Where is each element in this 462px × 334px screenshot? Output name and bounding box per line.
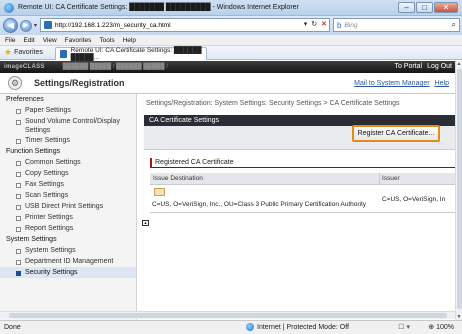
forward-button[interactable]: ▶ [20,19,32,32]
stop-icon[interactable]: ✕ [321,20,327,28]
url-text: http://192.168.1.223/m_security_ca.html [55,21,171,29]
breadcrumb: Settings/Registration: System Settings: … [146,100,400,107]
sidebar-item-department-id[interactable]: Department ID Management [0,256,136,267]
status-bar: Done Internet | Protected Mode: Off ☐ ▾ … [0,320,462,334]
security-zone: Internet | Protected Mode: Off [246,323,349,331]
address-toolbar: ◀ ▶ ▾ http://192.168.1.223/m_security_ca… [0,16,462,35]
browser-tab[interactable]: Remote UI: CA Certificate Settings: ████… [54,46,207,61]
page-title: Settings/Registration [34,78,125,88]
to-portal-link[interactable]: To Portal [394,63,422,70]
menu-bar: File Edit View Favorites Tools Help [0,35,462,46]
sidebar-section-system-settings: System Settings [6,236,57,243]
favorites-button[interactable]: ★ Favorites [4,47,43,58]
back-button[interactable]: ◀ [3,18,18,33]
sidebar-item-printer-settings[interactable]: Printer Settings [0,212,136,223]
search-input[interactable]: b Bing ⌕ [333,18,460,32]
sidebar-item-common-settings[interactable]: Common Settings [0,157,136,168]
favorites-bar: ★ Favorites Remote UI: CA Certificate Se… [0,46,462,61]
menu-file[interactable]: File [5,37,15,44]
column-issuer: Issuer [382,175,400,182]
favorites-label: Favorites [14,49,43,56]
zoom-level[interactable]: ⊕ 100% [428,323,454,331]
sidebar-item-security-settings[interactable]: Security Settings [0,267,136,278]
sidebar-section-function-settings: Function Settings [6,148,61,155]
menu-tools[interactable]: Tools [99,37,114,44]
search-icon[interactable]: ⌕ [452,20,456,30]
menu-help[interactable]: Help [123,37,136,44]
main-content: Settings/Registration: System Settings: … [138,94,455,320]
registered-list-title: Registered CA Certificate [150,158,455,168]
vertical-scroll-thumb[interactable] [457,69,462,309]
sidebar-item-sound-volume[interactable]: Sound Volume Control/Display Settings [0,116,136,135]
tab-title: Remote UI: CA Certificate Settings: ████… [70,46,202,61]
page-header: ⚙ Settings/Registration Mail to System M… [0,73,455,94]
sidebar-section-preferences: Preferences [6,96,44,103]
certificate-icon[interactable] [154,188,165,196]
sidebar-item-system-settings[interactable]: System Settings [0,245,136,256]
window-title: Remote UI: CA Certificate Settings: ████… [18,4,299,11]
sidebar-item-timer-settings[interactable]: Timer Settings [0,135,136,146]
sidebar-item-fax-settings[interactable]: Fax Settings [0,179,136,190]
register-ca-certificate-button[interactable]: Register CA Certificate... [352,125,440,142]
zone-text: Internet | Protected Mode: Off [257,323,349,331]
address-field[interactable]: http://192.168.1.223/m_security_ca.html … [40,18,330,32]
ie-icon [4,2,14,13]
sidebar-item-usb-direct-print[interactable]: USB Direct Print Settings [0,201,136,212]
sidebar-item-scan-settings[interactable]: Scan Settings [0,190,136,201]
help-link[interactable]: Help [435,80,449,87]
log-out-link[interactable]: Log Out [427,63,452,70]
sidebar-item-copy-settings[interactable]: Copy Settings [0,168,136,179]
minimize-button[interactable]: – [398,2,415,13]
window-title-bar: Remote UI: CA Certificate Settings: ████… [0,0,462,16]
table-row[interactable]: C=US, O=VeriSign, Inc., OU=Class 3 Publi… [150,185,455,213]
menu-view[interactable]: View [43,37,57,44]
table-header: Issue Destination Issuer [150,173,455,185]
sidebar-item-paper-settings[interactable]: Paper Settings [0,105,136,116]
vertical-scrollbar[interactable]: ▲ ▼ [455,61,462,320]
sidebar: Preferences Paper Settings Sound Volume … [0,94,137,320]
menu-favorites[interactable]: Favorites [65,37,92,44]
tab-favicon-icon [59,49,67,58]
brand-bar: imageCLASS ██████ █████ / ██████ █████ /… [0,61,455,73]
settings-icon: ⚙ [8,76,22,90]
scroll-up-icon[interactable]: ▲ [456,61,462,67]
bing-icon: b [337,20,342,30]
address-dropdown-icon[interactable]: ▾ [304,20,308,28]
certificate-issuer: C=US, O=VeriSign, In [382,196,446,203]
star-icon: ★ [4,47,13,57]
page-content: imageCLASS ██████ █████ / ██████ █████ /… [0,61,455,320]
horizontal-scrollbar[interactable] [0,311,455,319]
menu-edit[interactable]: Edit [23,37,34,44]
history-dropdown-icon[interactable]: ▾ [34,22,37,29]
device-model: ██████ █████ / ██████ █████ / [62,64,168,70]
page-top-icon[interactable]: ▲ [142,220,149,226]
search-placeholder: Bing [344,21,358,29]
security-status-icon[interactable]: ☐ ▾ [398,323,410,331]
maximize-button[interactable]: □ [416,2,433,13]
close-button[interactable]: ✕ [434,2,458,13]
certificate-destination[interactable]: C=US, O=VeriSign, Inc., OU=Class 3 Publi… [152,201,366,208]
globe-icon [246,323,254,331]
site-favicon-icon [44,21,52,29]
brand-logo: imageCLASS [4,64,45,70]
status-text: Done [4,324,21,331]
column-divider [379,173,380,185]
window-controls: – □ ✕ [398,2,458,13]
mail-to-manager-link[interactable]: Mail to System Manager [354,80,429,87]
horizontal-scroll-thumb[interactable] [9,313,447,318]
sidebar-item-report-settings[interactable]: Report Settings [0,223,136,234]
refresh-icon[interactable]: ↻ [311,20,317,28]
column-issue-destination: Issue Destination [153,175,203,182]
